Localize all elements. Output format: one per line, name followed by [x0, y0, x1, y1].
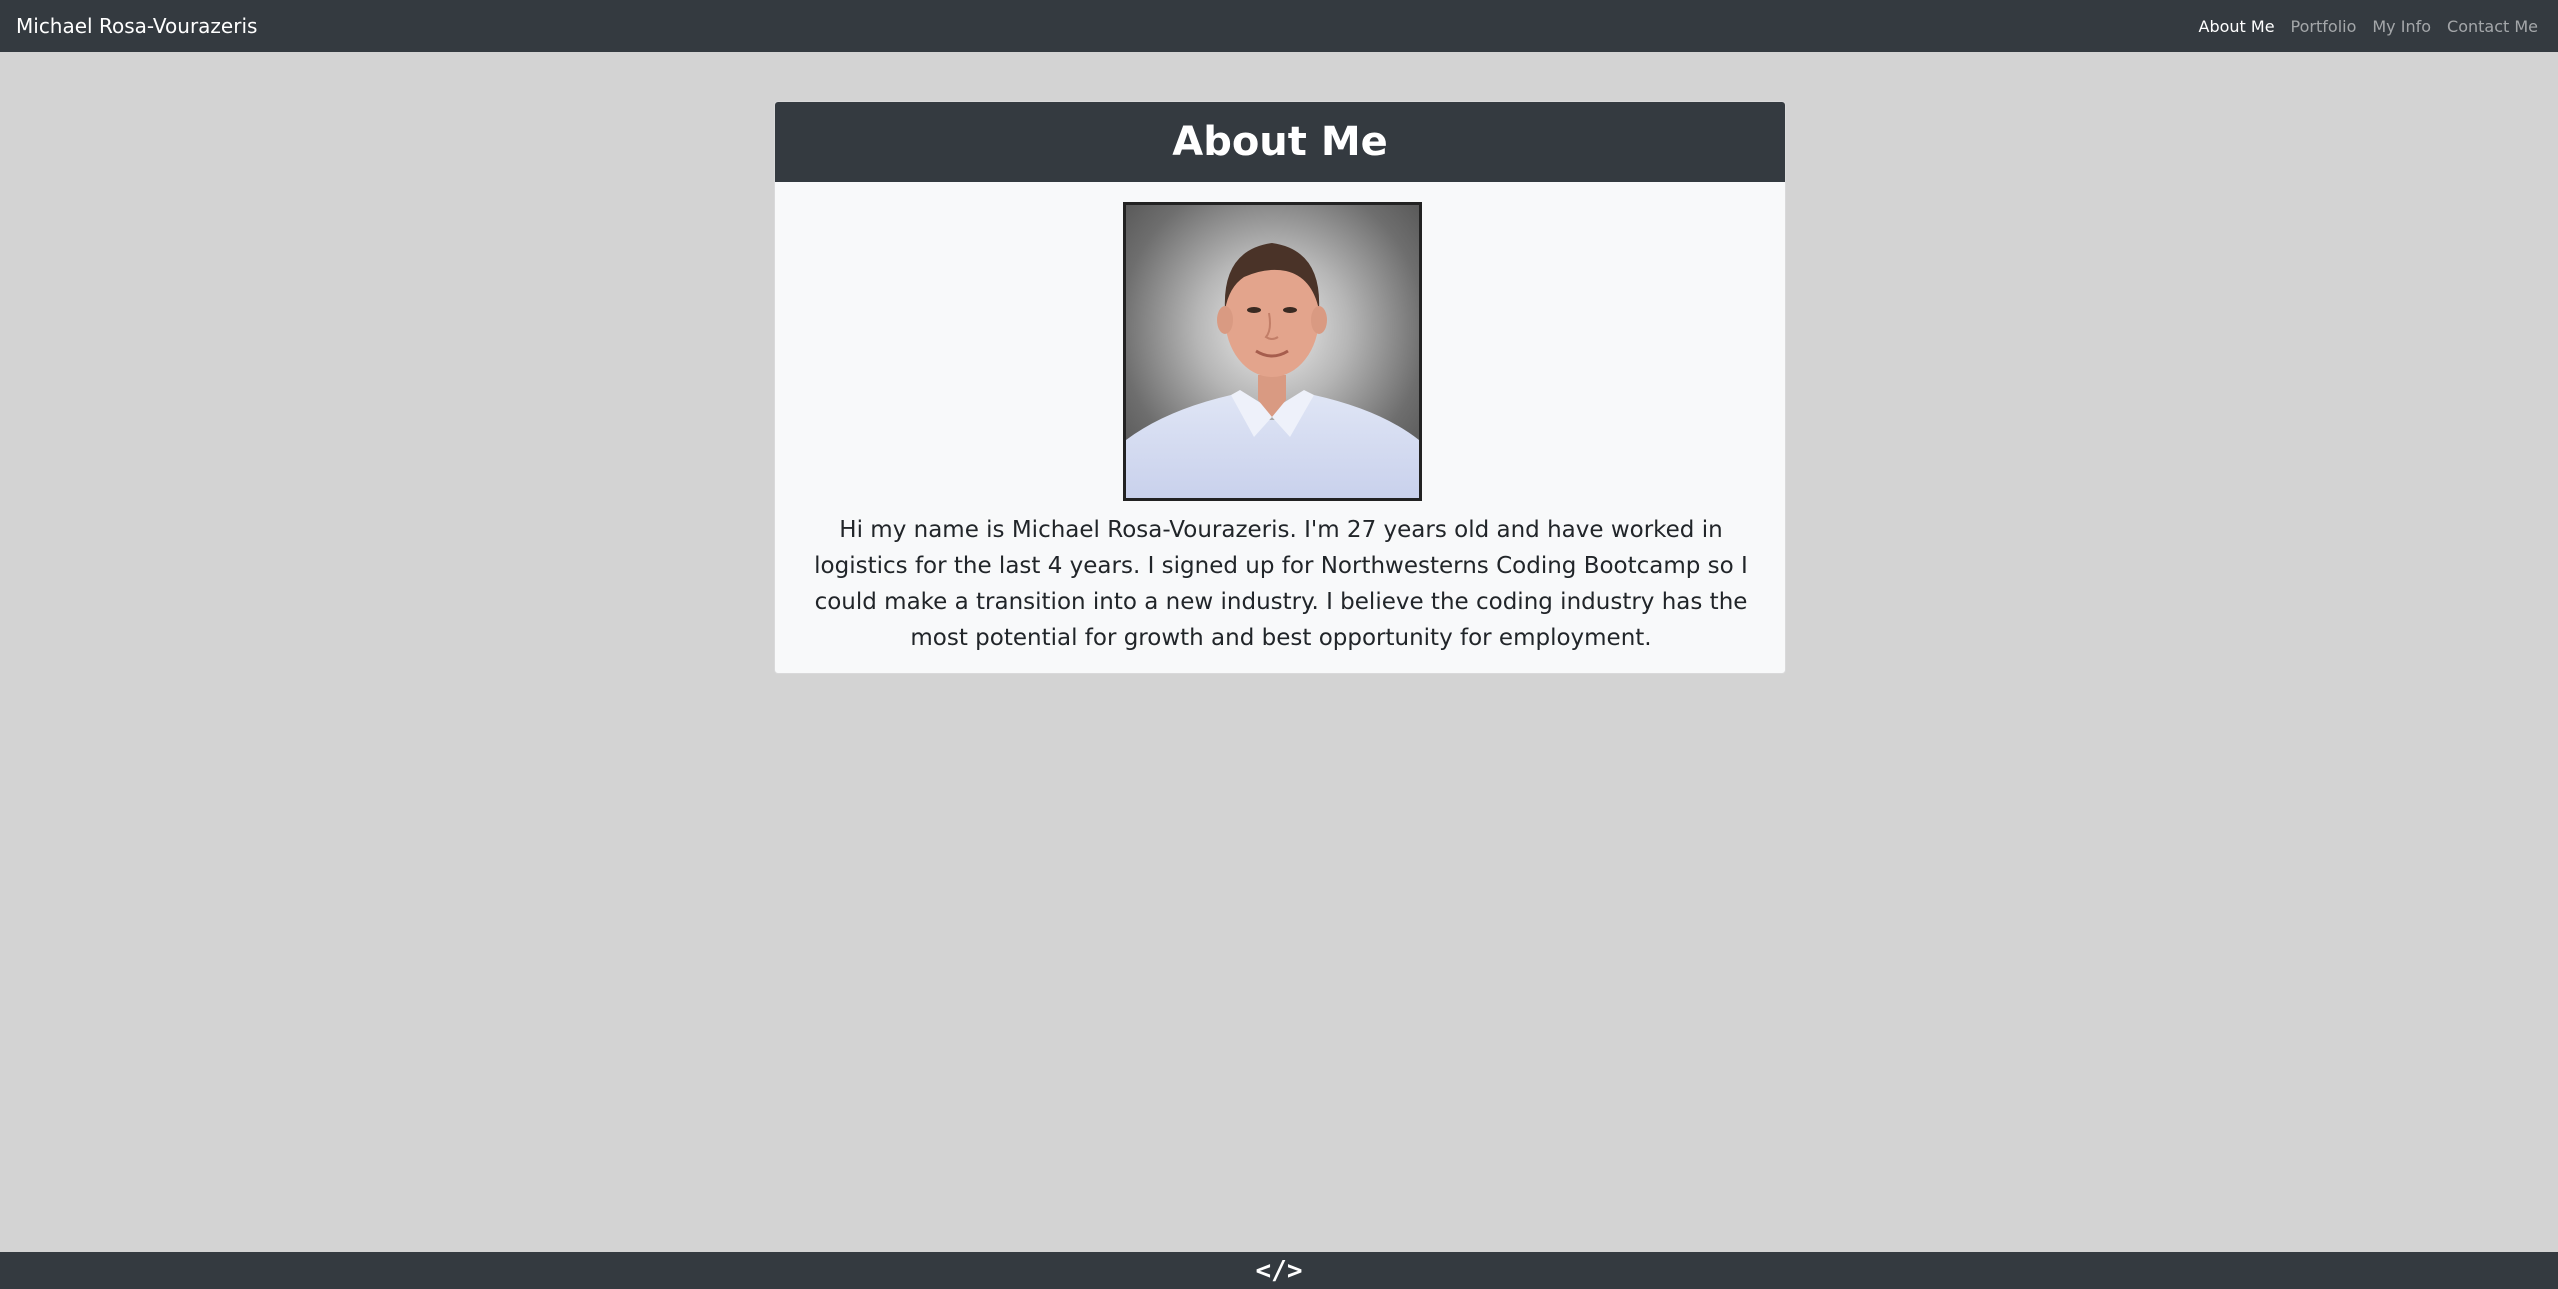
profile-photo [1123, 202, 1422, 501]
nav-link-portfolio[interactable]: Portfolio [2291, 17, 2357, 36]
about-card-header: About Me [775, 102, 1785, 182]
nav-link-about-me[interactable]: About Me [2199, 17, 2275, 36]
navbar-brand[interactable]: Michael Rosa-Vourazeris [16, 14, 257, 38]
top-navbar: Michael Rosa-Vourazeris About Me Portfol… [0, 0, 2558, 52]
nav-links: About Me Portfolio My Info Contact Me [2199, 17, 2539, 36]
nav-link-contact-me[interactable]: Contact Me [2447, 17, 2538, 36]
about-bio: Hi my name is Michael Rosa-Vourazeris. I… [814, 517, 1748, 651]
nav-link-my-info[interactable]: My Info [2372, 17, 2431, 36]
footer: </> [0, 1252, 2558, 1289]
profile-photo-illustration [1126, 205, 1419, 498]
code-icon[interactable]: </> [1256, 1258, 1303, 1284]
about-title: About Me [1172, 119, 1388, 165]
about-card: About Me Hi my name is Michael Rosa-Vour… [774, 101, 1786, 674]
